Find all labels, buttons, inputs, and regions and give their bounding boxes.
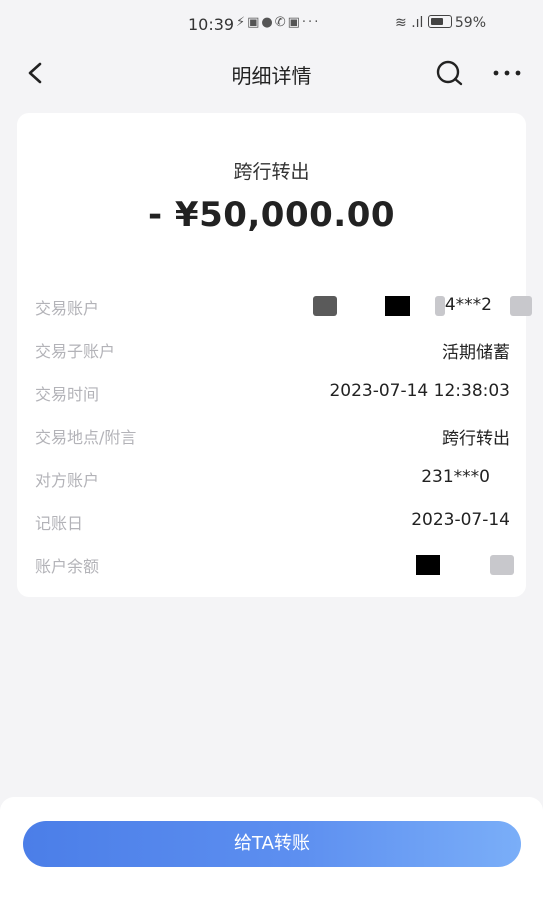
- row-sub-account: 交易子账户 活期储蓄: [35, 334, 510, 364]
- row-trade-location: 交易地点/附言 跨行转出: [35, 420, 510, 450]
- more-button[interactable]: [488, 57, 528, 91]
- row-value: 4***2: [444, 295, 492, 315]
- wifi-icon: ≋: [395, 15, 407, 31]
- row-counterparty-account: 对方账户 231***0: [35, 463, 510, 493]
- status-time: 10:39: [188, 15, 235, 34]
- status-right: ≋ .ıl 59%: [395, 15, 486, 31]
- nav-bar: 明细详情: [0, 50, 543, 98]
- row-label: 交易时间: [35, 385, 100, 404]
- row-trade-time: 交易时间 2023-07-14 12:38:03: [35, 377, 510, 407]
- more-dots-icon: [493, 70, 521, 76]
- row-value: 231***0: [421, 467, 490, 487]
- redaction-mask: [510, 296, 532, 316]
- redaction-mask: [385, 296, 410, 316]
- row-label: 记账日: [35, 514, 84, 533]
- redaction-mask: [313, 296, 337, 316]
- bottom-action-bar: 给TA转账: [0, 797, 543, 907]
- row-balance: 账户余额: [35, 549, 514, 579]
- row-label: 交易账户: [35, 299, 100, 318]
- redaction-mask: [490, 555, 514, 575]
- row-value: 2023-07-14 12:38:03: [329, 381, 510, 401]
- row-posting-date: 记账日 2023-07-14: [35, 506, 510, 536]
- battery-icon: [427, 15, 452, 28]
- battery-level: 59%: [454, 15, 486, 31]
- row-label: 交易地点/附言: [35, 428, 137, 447]
- row-value: 跨行转出: [442, 429, 510, 449]
- row-value: 活期储蓄: [442, 343, 510, 363]
- row-label: 账户余额: [35, 557, 100, 576]
- redaction-mask: [416, 555, 440, 575]
- transaction-card: 跨行转出 - ¥50,000.00 交易账户 4***2 交易子账户 活期储蓄 …: [17, 113, 532, 597]
- redaction-mask: [435, 296, 445, 316]
- search-icon: [436, 60, 463, 86]
- transfer-to-ta-button[interactable]: 给TA转账: [23, 821, 521, 867]
- row-value: 2023-07-14: [411, 510, 510, 530]
- search-button[interactable]: [432, 57, 466, 91]
- transaction-amount: - ¥50,000.00: [147, 195, 396, 235]
- signal-icon: .ıl: [411, 15, 424, 31]
- notification-icons: ⚡▣●✆▣···: [236, 15, 321, 30]
- status-bar: 10:39 ⚡▣●✆▣··· ≋ .ıl 59%: [0, 0, 543, 50]
- row-label: 对方账户: [35, 471, 100, 490]
- row-trade-account: 交易账户 4***2: [35, 291, 532, 321]
- row-label: 交易子账户: [35, 342, 116, 361]
- transaction-type: 跨行转出: [233, 161, 310, 183]
